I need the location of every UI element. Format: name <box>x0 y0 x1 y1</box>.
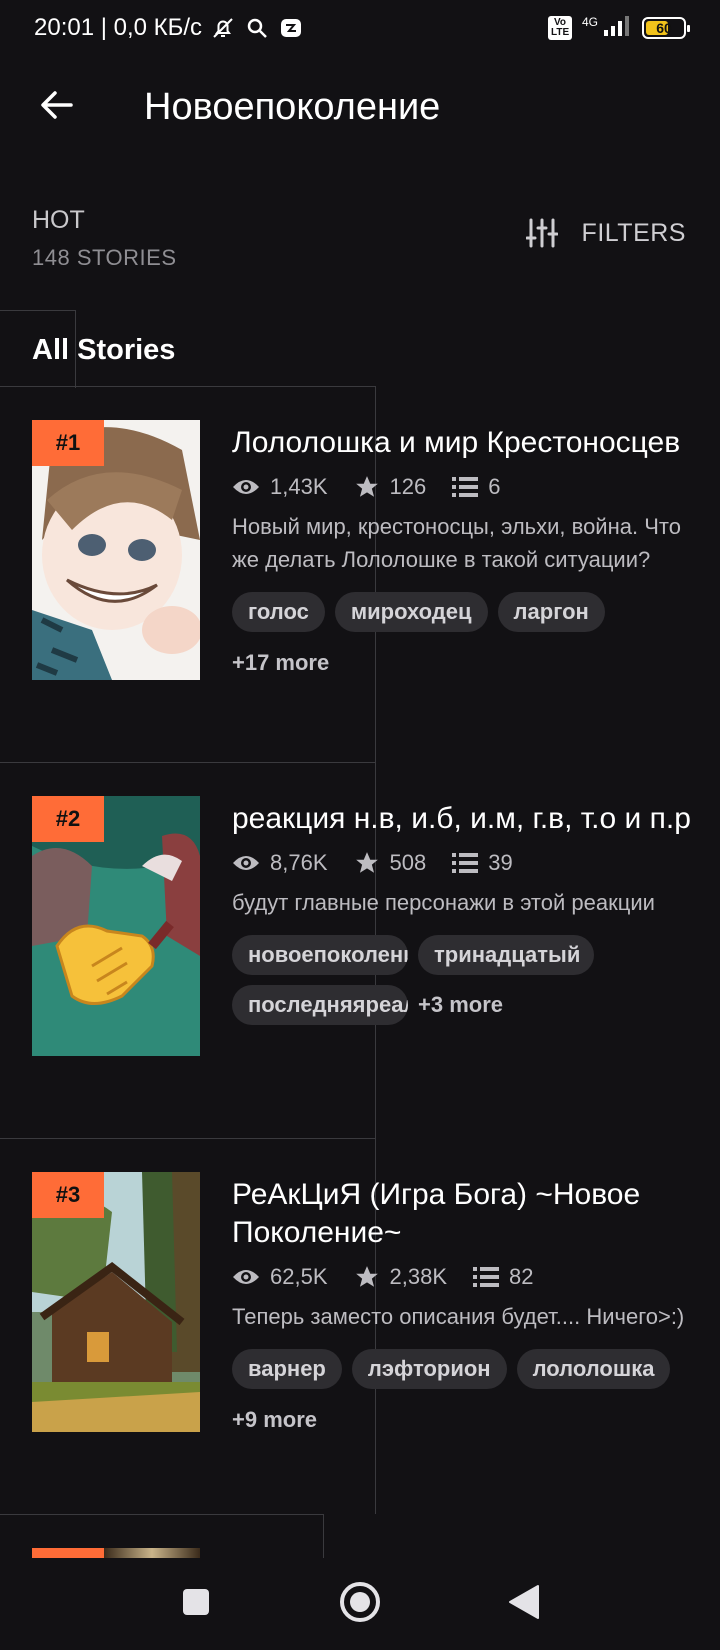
back-button[interactable] <box>36 84 78 126</box>
eye-icon <box>233 856 259 870</box>
reads-count: 62,5K <box>270 1264 328 1289</box>
list-icon <box>452 853 479 873</box>
bell-muted-icon <box>210 15 236 41</box>
system-nav-bar <box>0 1558 720 1650</box>
story-title[interactable]: реакция н.в, и.б, и.м, г.в, т.о и п.р <box>232 800 694 838</box>
app-bar: Новоепоколение <box>0 70 720 144</box>
more-tags-link[interactable]: +3 more <box>418 992 503 1018</box>
tab-all-stories[interactable]: All Stories <box>32 334 175 367</box>
tag-chip[interactable]: лэфторион <box>351 1349 507 1389</box>
votes-count: 2,38K <box>389 1264 448 1289</box>
parts-count: 6 <box>488 474 501 499</box>
rank-badge: #2 <box>32 796 104 842</box>
eye-icon <box>233 1270 259 1284</box>
rank-badge: #3 <box>32 1172 104 1218</box>
tag-chip[interactable]: новоепоколение <box>232 935 408 975</box>
tag-list: новоепоколение тринадцатый последняяреал… <box>232 935 694 1025</box>
tag-list: голос мироходец ларгон <box>232 592 694 632</box>
tag-chip[interactable]: последняяреальность <box>232 985 408 1025</box>
story-count: 148 STORIES <box>32 245 177 270</box>
story-stats: 1,43K 126 6 <box>232 474 694 500</box>
search-icon <box>244 15 270 41</box>
app-notification-icon <box>278 15 304 41</box>
list-icon <box>452 477 479 497</box>
star-icon <box>355 852 378 873</box>
tag-chip[interactable]: голос <box>232 592 325 632</box>
tag-list: варнер лэфторион лололошка <box>232 1349 694 1389</box>
story-stats: 8,76K 508 39 <box>232 850 694 876</box>
recents-button[interactable] <box>172 1578 220 1626</box>
rank-badge: #1 <box>32 420 104 466</box>
page-title: Новоепоколение <box>144 86 441 128</box>
parts-count: 82 <box>509 1264 534 1289</box>
votes-count: 508 <box>389 850 427 875</box>
next-story-cover-peek[interactable] <box>32 1548 200 1558</box>
filters-label: FILTERS <box>581 218 686 247</box>
story-info: реакция н.в, и.б, и.м, г.в, т.о и п.р 8,… <box>232 800 694 1025</box>
status-bar: 20:01 | 0,0 КБ/с Vo LTE 4G 60 <box>0 0 720 56</box>
signal-icon <box>602 14 632 43</box>
volte-icon: Vo LTE <box>547 16 572 40</box>
story-description: Новый мир, крестоносцы, эльхи, война. Чт… <box>232 514 681 572</box>
filters-button[interactable]: FILTERS <box>525 218 686 248</box>
story-title[interactable]: РеАкЦиЯ (Игра Бога) ~Новое Поколение~ <box>232 1176 694 1252</box>
tag-chip[interactable]: тринадцатый <box>418 935 594 975</box>
arrow-left-icon <box>41 91 73 119</box>
reads-count: 8,76K <box>270 850 328 875</box>
status-time: 20:01 | 0,0 КБ/с <box>34 14 203 41</box>
tag-chip[interactable]: ларгон <box>497 592 605 632</box>
story-title[interactable]: Лололошка и мир Крестоносцев <box>232 424 694 462</box>
story-description: Теперь заместо описания будет.... Ничего… <box>232 1304 685 1329</box>
story-stats: 62,5K 2,38K 82 <box>232 1264 694 1290</box>
sort-header: HOT 148 STORIES <box>32 206 177 271</box>
story-cover[interactable]: #2 <box>32 796 200 1056</box>
battery-percent: 60 <box>656 20 672 36</box>
square-icon <box>183 1589 209 1615</box>
parts-count: 39 <box>488 850 513 875</box>
more-tags-link[interactable]: +9 more <box>232 1407 694 1433</box>
star-icon <box>355 1266 378 1287</box>
battery-icon: 60 <box>642 17 690 39</box>
votes-count: 126 <box>389 474 427 499</box>
more-tags-link[interactable]: +17 more <box>232 650 694 676</box>
tag-chip[interactable]: мироходец <box>334 592 488 632</box>
tag-chip[interactable]: варнер <box>232 1349 342 1389</box>
sort-label: HOT <box>32 206 85 234</box>
sliders-icon <box>525 218 558 248</box>
triangle-back-icon <box>509 1585 539 1619</box>
story-info: Лололошка и мир Крестоносцев 1,43K 126 6… <box>232 424 694 676</box>
story-cover[interactable]: #3 <box>32 1172 200 1432</box>
network-type: 4G <box>581 15 598 29</box>
tag-chip[interactable]: лололошка <box>516 1349 671 1389</box>
story-description: будут главные персонажи в этой реакции <box>232 890 655 915</box>
list-icon <box>473 1267 499 1287</box>
story-info: РеАкЦиЯ (Игра Бога) ~Новое Поколение~ 62… <box>232 1176 694 1433</box>
home-button[interactable] <box>336 1578 384 1626</box>
back-nav-button[interactable] <box>500 1578 548 1626</box>
reads-count: 1,43K <box>270 474 328 499</box>
star-icon <box>355 476 378 497</box>
eye-icon <box>233 480 259 494</box>
circle-icon <box>340 1582 380 1622</box>
story-cover[interactable]: #1 <box>32 420 200 680</box>
